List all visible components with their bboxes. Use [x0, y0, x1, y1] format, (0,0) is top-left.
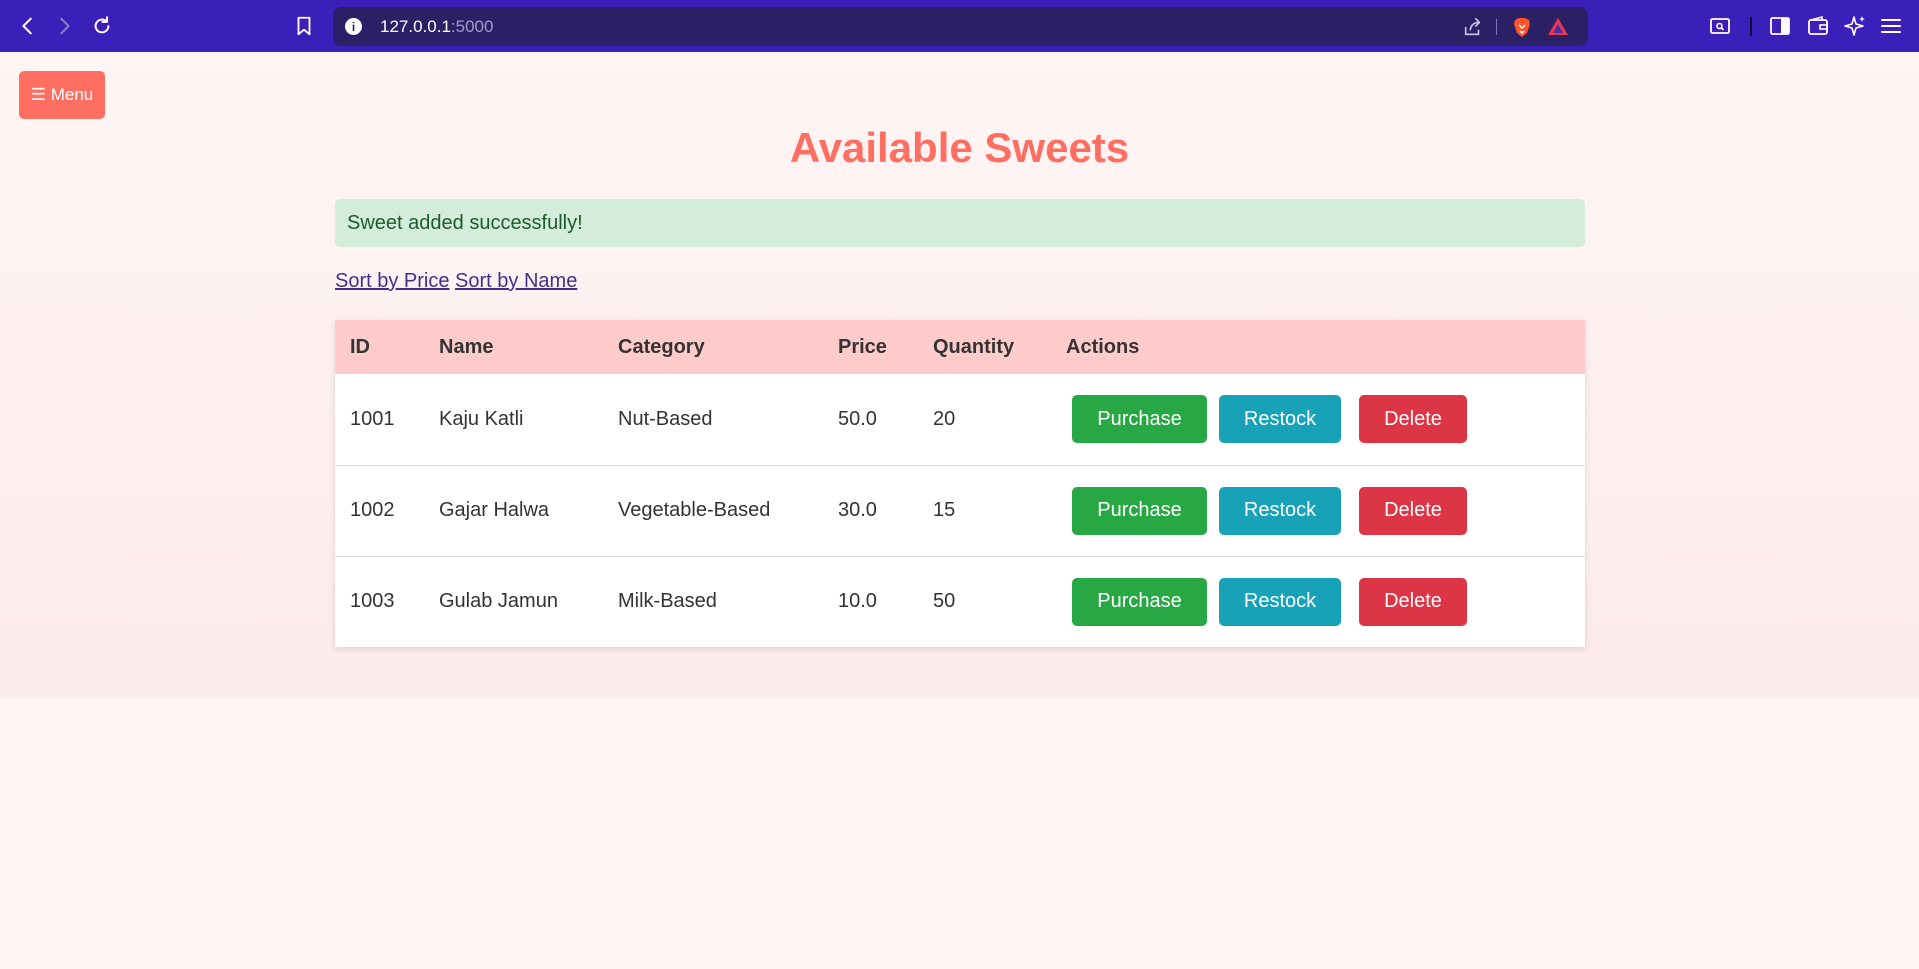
header-id: ID: [350, 335, 370, 358]
cell-name: Gajar Halwa: [439, 499, 550, 521]
table-row: 1001 Kaju Katli Nut-Based 50.0 20 Purcha…: [335, 374, 1585, 465]
sidebar-icon: [1770, 17, 1790, 35]
cell-name: Kaju Katli: [439, 407, 524, 430]
sort-links: Sort by Price Sort by Name: [335, 270, 577, 293]
sort-by-name-link[interactable]: Sort by Name: [455, 270, 577, 292]
cell-category: Nut-Based: [618, 407, 713, 430]
table-header-row: ID Name Category Price Quantity Actions: [335, 320, 1585, 374]
cell-id: 1002: [350, 499, 395, 521]
forward-icon: [60, 17, 70, 35]
cell-actions: Purchase Restock Delete: [1051, 556, 1585, 647]
url-host: 127.0.0.1: [380, 17, 451, 36]
url-separator: [1496, 19, 1497, 35]
menu-button[interactable]: ☰ Menu: [19, 71, 105, 119]
back-button[interactable]: [12, 10, 44, 42]
page-search-button[interactable]: [1706, 12, 1734, 40]
site-info-icon[interactable]: i: [345, 18, 362, 35]
cell-category: Vegetable-Based: [618, 499, 771, 521]
table-row: 1002 Gajar Halwa Vegetable-Based 30.0 15…: [335, 465, 1585, 556]
purchase-button[interactable]: Purchase: [1072, 395, 1207, 444]
hamburger-icon: [1881, 19, 1901, 33]
cell-quantity: 20: [933, 407, 956, 430]
sweets-table: ID Name Category Price Quantity Actions …: [335, 320, 1585, 647]
url-text[interactable]: 127.0.0.1:5000: [380, 17, 493, 37]
wallet-button[interactable]: [1804, 12, 1832, 40]
cell-category: Milk-Based: [618, 590, 717, 613]
page-viewport: ☰ Menu Available Sweets Sweet added succ…: [0, 52, 1919, 969]
page-title: Available Sweets: [789, 124, 1130, 171]
cell-actions: Purchase Restock Delete: [1051, 374, 1585, 465]
toolbar-divider: [1750, 17, 1752, 36]
restock-button[interactable]: Restock: [1219, 486, 1341, 535]
delete-button[interactable]: Delete: [1359, 577, 1467, 626]
cell-price: 10.0: [838, 590, 877, 613]
bookmark-button[interactable]: [288, 10, 320, 42]
bookmark-icon: [297, 16, 311, 36]
restock-button[interactable]: Restock: [1219, 577, 1341, 626]
cell-name: Gulab Jamun: [439, 590, 558, 613]
sidebar-toggle-button[interactable]: [1766, 12, 1794, 40]
header-quantity: Quantity: [933, 335, 1015, 358]
header-name: Name: [439, 335, 494, 358]
brave-rewards-button[interactable]: [1546, 15, 1570, 39]
reload-button[interactable]: [86, 10, 118, 42]
delete-button[interactable]: Delete: [1359, 486, 1467, 535]
cell-actions: Purchase Restock Delete: [1051, 465, 1585, 556]
cell-id: 1001: [350, 407, 395, 430]
sort-by-price-link[interactable]: Sort by Price: [335, 270, 449, 292]
purchase-button[interactable]: Purchase: [1072, 486, 1207, 535]
reload-icon: [94, 16, 110, 34]
sparkle-icon: [1844, 16, 1865, 36]
brave-shields-button[interactable]: [1510, 15, 1534, 39]
forward-button[interactable]: [48, 10, 80, 42]
url-port: :5000: [450, 17, 494, 36]
success-alert: Sweet added successfully!: [335, 199, 1585, 247]
wallet-icon: [1808, 15, 1828, 35]
cell-price: 50.0: [838, 407, 877, 430]
delete-button[interactable]: Delete: [1359, 395, 1467, 444]
share-icon: [1464, 17, 1481, 36]
rewards-triangle-icon: [1548, 18, 1568, 35]
search-window-icon: [1710, 18, 1730, 34]
brave-lion-icon: [1514, 18, 1530, 37]
cell-id: 1003: [350, 590, 395, 613]
purchase-button[interactable]: Purchase: [1072, 577, 1207, 626]
header-category: Category: [618, 335, 705, 358]
share-button[interactable]: [1461, 15, 1485, 39]
restock-button[interactable]: Restock: [1219, 395, 1341, 444]
browser-toolbar: i 127.0.0.1:5000: [0, 0, 1919, 52]
table-row: 1003 Gulab Jamun Milk-Based 10.0 50 Purc…: [335, 556, 1585, 647]
back-icon: [22, 17, 32, 35]
main-menu-button[interactable]: [1877, 12, 1905, 40]
address-bar[interactable]: i 127.0.0.1:5000: [333, 7, 1588, 46]
cell-price: 30.0: [838, 499, 877, 521]
cell-quantity: 50: [933, 590, 956, 613]
sweets-table-container: ID Name Category Price Quantity Actions …: [335, 320, 1585, 647]
header-price: Price: [838, 335, 887, 358]
header-actions: Actions: [1066, 335, 1140, 358]
leo-ai-button[interactable]: [1841, 12, 1869, 40]
cell-quantity: 15: [933, 499, 956, 521]
